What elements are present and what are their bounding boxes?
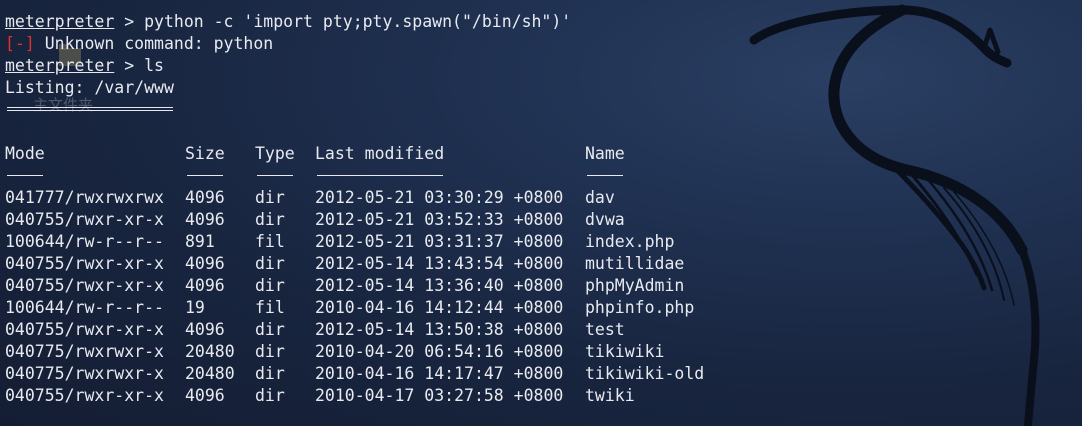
error-message: Unknown command: python (34, 34, 274, 53)
cell-type: dir (255, 320, 285, 339)
title-double-rule (7, 107, 173, 111)
cell-mode: 041777/rwxrwxrwx (5, 188, 164, 207)
cell-name: test (585, 320, 625, 339)
table-row: 040755/rwxr-xr-x 4096 dir 2012-05-14 13:50:… (5, 319, 905, 341)
cell-name: phpinfo.php (585, 298, 695, 317)
cell-last-modified: 2012-05-14 13:36:40 +0800 (315, 276, 564, 295)
cell-last-modified: 2010-04-16 14:12:44 +0800 (315, 298, 564, 317)
cell-type: dir (255, 386, 285, 405)
header-last-modified: Last modified (315, 144, 445, 163)
cell-type: dir (255, 364, 285, 383)
cell-size: 4096 (185, 276, 225, 295)
cell-size: 20480 (185, 342, 235, 361)
cell-mode: 040755/rwxr-xr-x (5, 386, 164, 405)
cell-size: 4096 (185, 210, 225, 229)
cell-size: 4096 (185, 188, 225, 207)
desktop-watermark: 主文件夹 (33, 96, 94, 114)
cell-size: 891 (185, 232, 215, 251)
cell-last-modified: 2012-05-14 13:43:54 +0800 (315, 254, 564, 273)
table-header: Mode Size Type Last modified Name (5, 143, 905, 165)
cell-size: 4096 (185, 386, 225, 405)
table-row: 040755/rwxr-xr-x 4096 dir 2012-05-14 13:36:… (5, 275, 905, 297)
cell-size: 4096 (185, 320, 225, 339)
cell-last-modified: 2012-05-21 03:30:29 +0800 (315, 188, 564, 207)
cell-mode: 100644/rw-r--r-- (5, 298, 164, 317)
cell-mode: 040755/rwxr-xr-x (5, 276, 164, 295)
cell-name: phpMyAdmin (585, 276, 685, 295)
header-size: Size (185, 144, 225, 163)
cell-name: twiki (585, 386, 635, 405)
cell-last-modified: 2010-04-16 14:17:47 +0800 (315, 364, 564, 383)
table-row: 040755/rwxr-xr-x 4096 dir 2010-04-17 03:27:… (5, 385, 905, 407)
cell-size: 4096 (185, 254, 225, 273)
cell-type: dir (255, 254, 285, 273)
table-row: 040755/rwxr-xr-x 4096 dir 2012-05-14 13:43:… (5, 253, 905, 275)
table-row: 100644/rw-r--r-- 19 fil 2010-04-16 14:12:44… (5, 297, 905, 319)
cell-name: index.php (585, 232, 675, 251)
cell-type: dir (255, 188, 285, 207)
cell-mode: 040755/rwxr-xr-x (5, 254, 164, 273)
table-row: 040755/rwxr-xr-x 4096 dir 2012-05-21 03:52:… (5, 209, 905, 231)
cell-name: dav (585, 188, 615, 207)
command-line-2: meterpreter > ls (5, 55, 164, 77)
header-name: Name (585, 144, 625, 163)
meterpreter-prompt: meterpreter (5, 12, 115, 31)
command-text: > ls (114, 56, 164, 75)
cell-mode: 040775/rwxrwxr-x (5, 342, 164, 361)
header-rule-name (587, 175, 623, 176)
cell-type: fil (255, 232, 285, 251)
command-line-1: meterpreter > python -c 'import pty;pty.… (5, 11, 571, 33)
cell-last-modified: 2010-04-17 03:27:58 +0800 (315, 386, 564, 405)
cell-name: tikiwiki (585, 342, 665, 361)
table-row: 040775/rwxrwxr-x 20480 dir 2010-04-16 14:17… (5, 363, 905, 385)
terminal-output: meterpreter > python -c 'import pty;pty.… (5, 0, 1075, 426)
header-rule-type (257, 175, 293, 176)
cell-last-modified: 2012-05-21 03:31:37 +0800 (315, 232, 564, 251)
table-row: 040775/rwxrwxr-x 20480 dir 2010-04-20 06:54… (5, 341, 905, 363)
cell-mode: 040755/rwxr-xr-x (5, 320, 164, 339)
cell-size: 20480 (185, 364, 235, 383)
header-rule-size (187, 175, 223, 176)
cell-mode: 040775/rwxrwxr-x (5, 364, 164, 383)
cell-type: dir (255, 342, 285, 361)
table-row: 100644/rw-r--r-- 891 fil 2012-05-21 03:31:3… (5, 231, 905, 253)
header-mode: Mode (5, 144, 45, 163)
cell-mode: 100644/rw-r--r-- (5, 232, 164, 251)
cell-type: fil (255, 298, 285, 317)
cell-mode: 040755/rwxr-xr-x (5, 210, 164, 229)
error-tag: [-] (5, 34, 35, 53)
cell-last-modified: 2010-04-20 06:54:16 +0800 (315, 342, 564, 361)
cell-last-modified: 2012-05-14 13:50:38 +0800 (315, 320, 564, 339)
header-rule-last-modified (317, 175, 443, 176)
cell-type: dir (255, 276, 285, 295)
cell-type: dir (255, 210, 285, 229)
cell-size: 19 (185, 298, 205, 317)
cell-name: mutillidae (585, 254, 685, 273)
cell-name: tikiwiki-old (585, 364, 705, 383)
cell-last-modified: 2012-05-21 03:52:33 +0800 (315, 210, 564, 229)
cell-name: dvwa (585, 210, 625, 229)
error-line: [-] Unknown command: python (5, 33, 273, 55)
header-rule-mode (7, 175, 43, 176)
table-row: 041777/rwxrwxrwx 4096 dir 2012-05-21 03:30:… (5, 187, 905, 209)
header-type: Type (255, 144, 295, 163)
meterpreter-prompt: meterpreter (5, 56, 115, 75)
command-text: > python -c 'import pty;pty.spawn("/bin/… (114, 12, 572, 31)
